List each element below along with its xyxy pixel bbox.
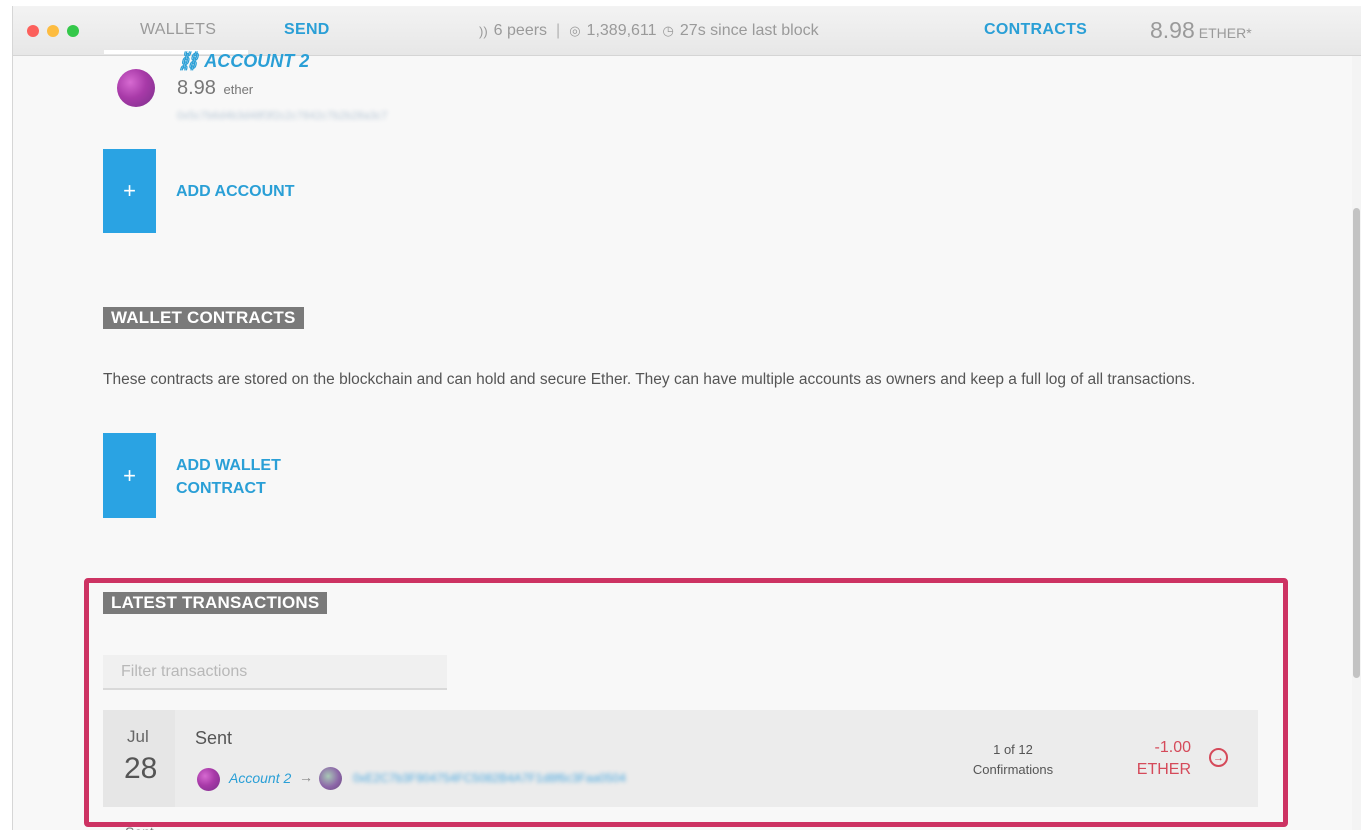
link-icon: ⛓ [177,51,200,71]
transaction-amount-value: -1.00 [1154,739,1191,756]
status-separator: | [556,22,561,39]
confirmations-count: 1 of 12 [993,742,1033,757]
tab-wallets[interactable]: WALLETS [140,21,216,39]
plus-icon: + [123,178,136,203]
wallet-contracts-description: These contracts are stored on the blockc… [103,371,1196,388]
transaction-confirmations: 1 of 12 Confirmations [963,740,1063,780]
plus-icon: + [123,462,136,488]
total-balance: 8.98 ETHER* [1150,17,1252,44]
account-balance-unit: ether [223,82,254,97]
transaction-amount-unit: ETHER [1136,761,1191,778]
transaction-date: Jul 28 [103,710,175,807]
tab-contracts[interactable]: CONTRACTS [984,21,1087,39]
block-icon: ◎ [569,23,581,38]
peers-icon: )) [479,23,488,39]
arrow-right-circle-icon[interactable]: → [1209,748,1228,767]
from-account-link[interactable]: Account 2 [229,770,291,786]
scrollbar-thumb[interactable] [1353,208,1360,678]
arrow-right-icon: → [299,769,313,785]
time-since-block: 27s since last block [679,22,819,39]
account-address: 0x5c7b6d4b3d48f3f2c2c7842c7b2b28a3c7 [177,110,388,122]
add-account-label[interactable]: ADD ACCOUNT [176,180,295,203]
title-bar: WALLETS SEND )) 6 peers | ◎ 1,389,611 ◷ … [13,6,1361,56]
zoom-window-button[interactable] [67,25,79,37]
transaction-row[interactable]: Jul 28 Sent Account 2 → 0xE2C7b3F904754F… [103,710,1258,807]
add-wallet-contract-label[interactable]: ADD WALLET CONTRACT [176,454,306,500]
total-balance-unit: ETHER* [1198,25,1252,41]
app-window: WALLETS SEND )) 6 peers | ◎ 1,389,611 ◷ … [12,6,1361,830]
total-balance-amount: 8.98 [1150,17,1195,43]
transaction-day: 28 [124,752,158,785]
transaction-type: Sent [195,728,233,748]
account-name-link[interactable]: ⛓ ACCOUNT 2 [177,51,309,72]
tab-send[interactable]: SEND [284,21,330,39]
block-number: 1,389,611 [586,22,657,39]
add-wallet-contract-button[interactable]: + [103,433,156,518]
filter-transactions-input[interactable] [103,655,447,690]
account-avatar[interactable] [117,69,155,107]
minimize-window-button[interactable] [47,25,59,37]
confirmations-label: Confirmations [972,762,1054,777]
to-address-avatar[interactable] [319,767,342,790]
transaction-amount: -1.00 ETHER [1121,737,1191,781]
next-transaction-type: Sent [125,824,154,830]
peers-count: 6 peers [493,22,548,39]
close-window-button[interactable] [27,25,39,37]
from-account-avatar[interactable] [197,768,220,791]
network-status: )) 6 peers | ◎ 1,389,611 ◷ 27s since las… [479,22,819,40]
wallet-contracts-title: WALLET CONTRACTS [103,307,304,329]
latest-transactions-title: LATEST TRANSACTIONS [103,592,328,614]
to-address-link[interactable]: 0xE2C7b3F904754FC5082B4A7F1d8f6c3Faa0504 [353,771,626,785]
transaction-month: Jul [127,727,149,746]
clock-icon: ◷ [662,23,674,38]
add-account-button[interactable]: + [103,149,156,233]
account-name: ACCOUNT 2 [204,51,310,71]
account-balance-amount: 8.98 [177,77,216,99]
account-balance: 8.98 ether [177,77,253,100]
